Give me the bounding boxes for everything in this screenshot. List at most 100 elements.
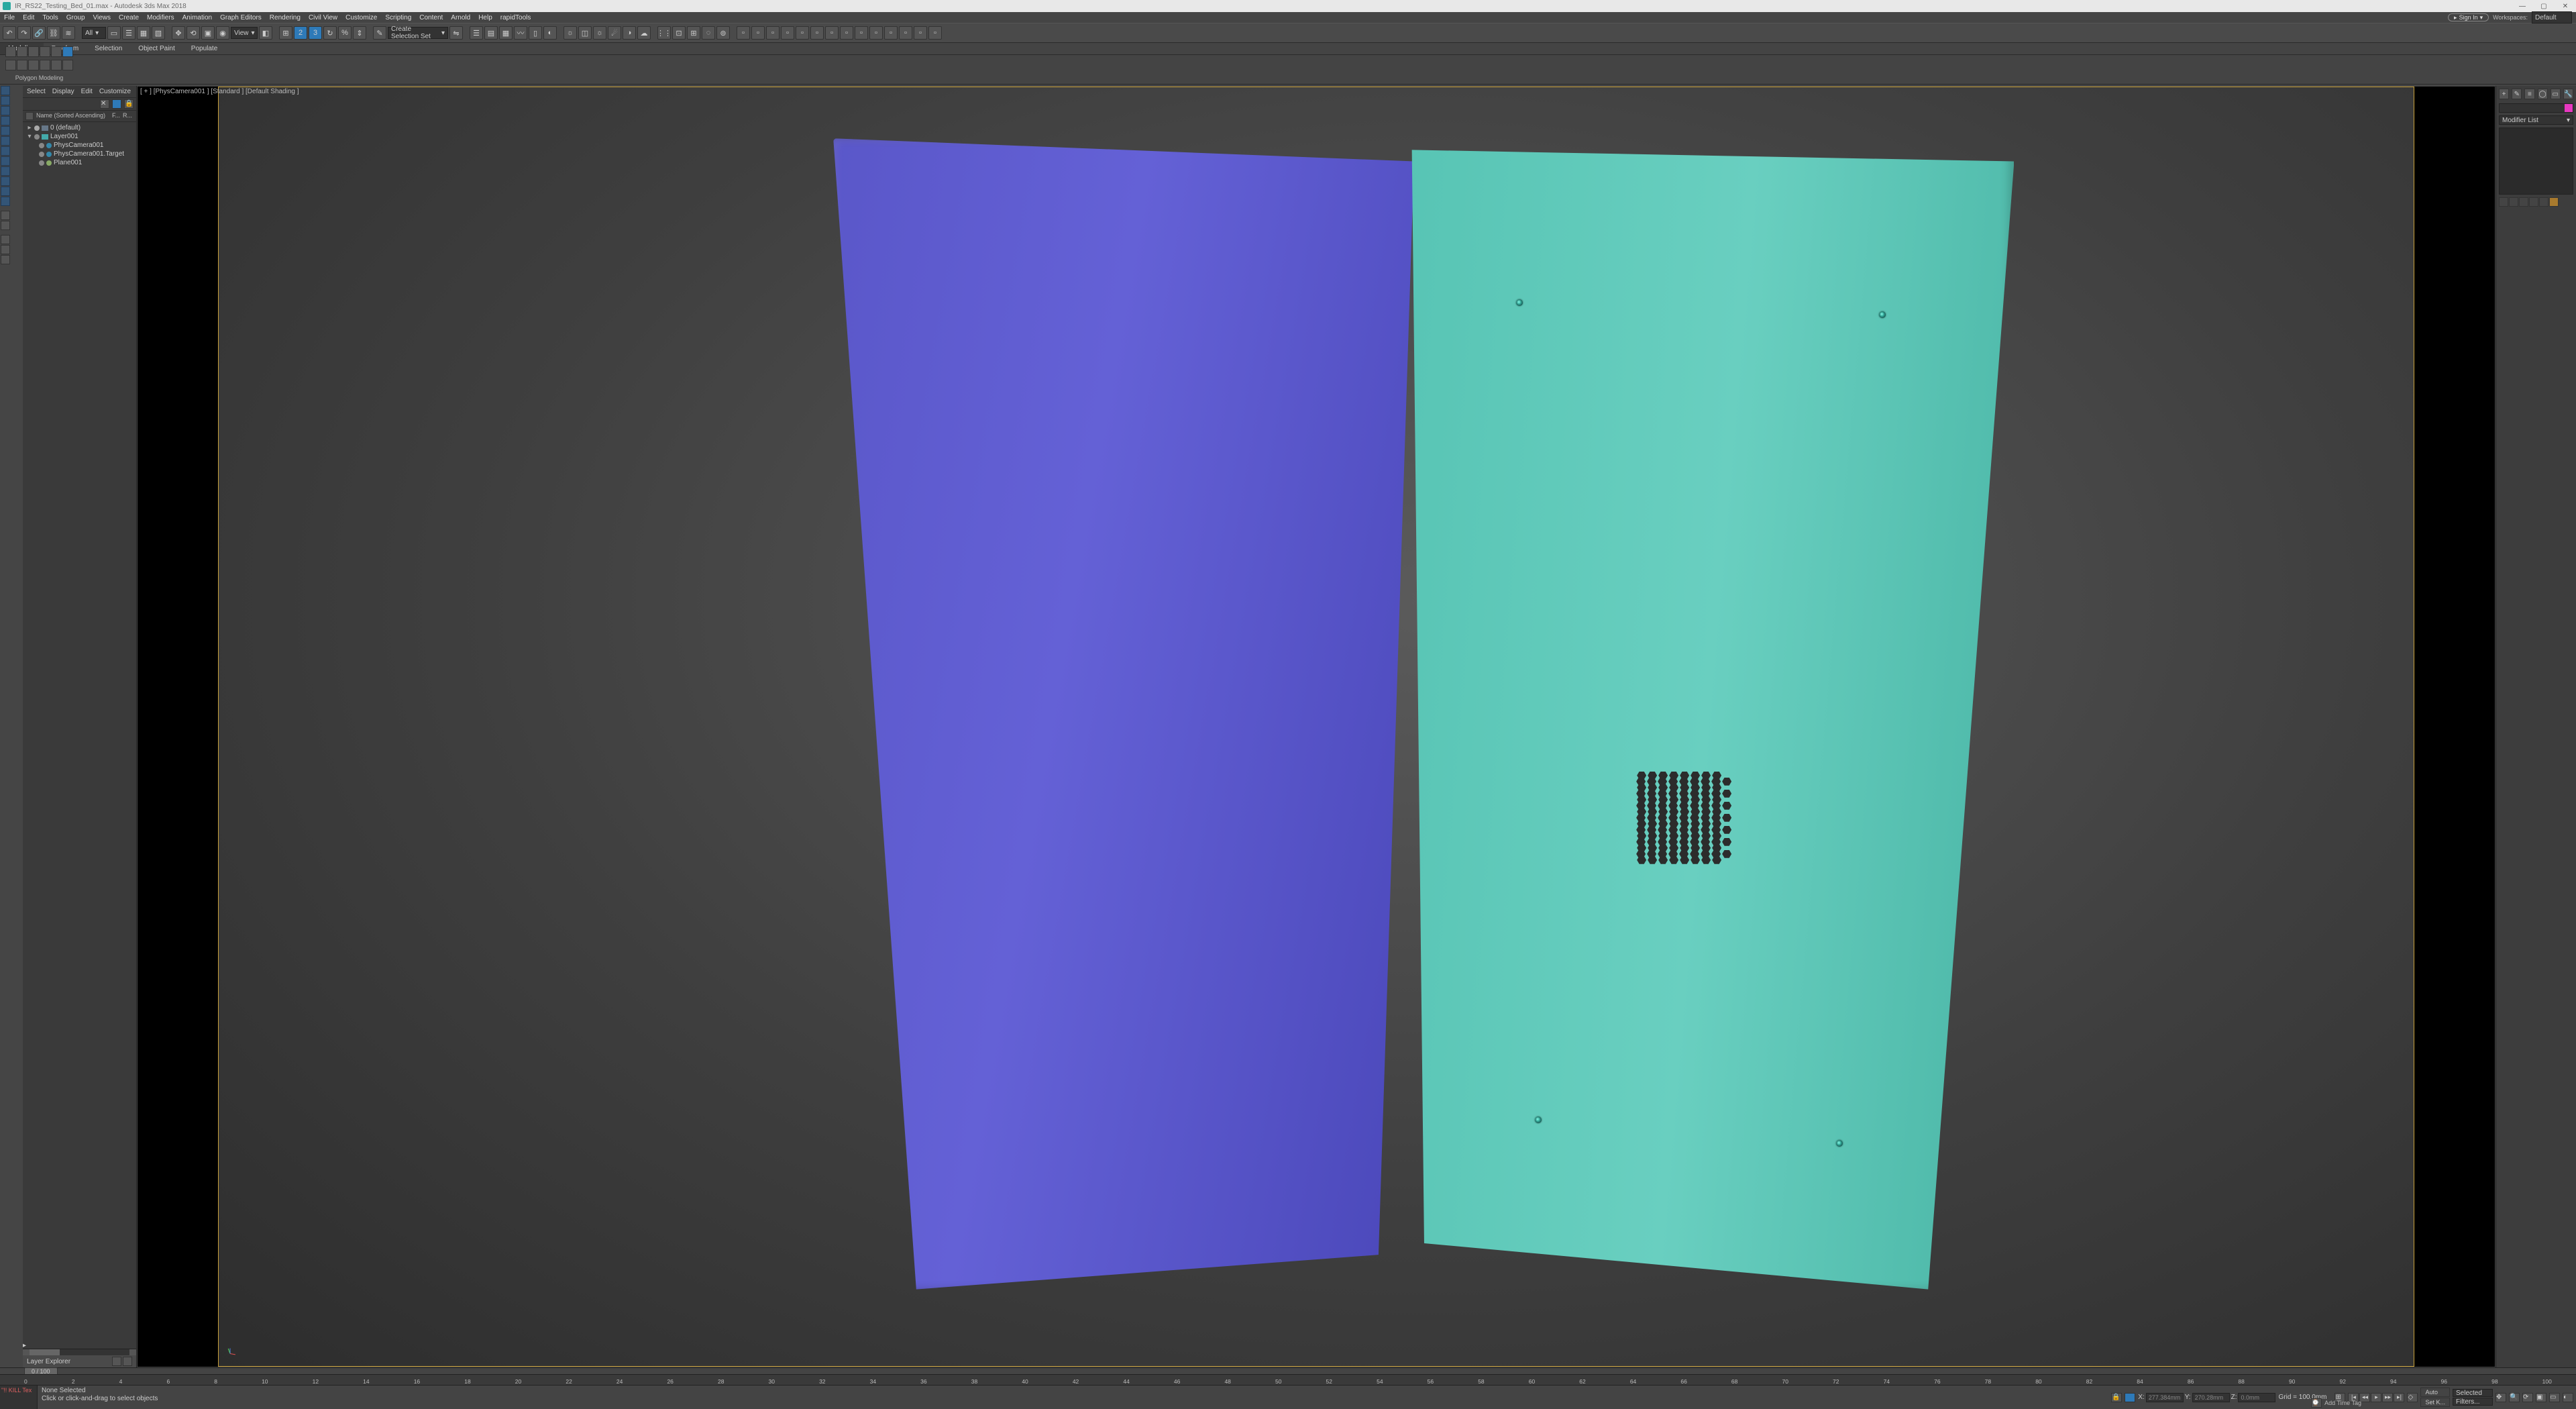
menu-rapidtools[interactable]: rapidTools (500, 14, 531, 21)
menu-modifiers[interactable]: Modifiers (147, 14, 174, 21)
key-filters-button[interactable]: Filters... (2453, 1398, 2493, 1406)
menu-tools[interactable]: Tools (42, 14, 58, 21)
tree-row-plane001[interactable]: Plane001 (24, 158, 135, 167)
modifier-stack[interactable] (2499, 127, 2573, 195)
render-activeshade-button[interactable]: ◑ (623, 26, 636, 40)
tool-icon-3[interactable]: ▫ (766, 26, 780, 40)
toolstrip-btn-2[interactable] (1, 96, 10, 105)
menu-scripting[interactable]: Scripting (385, 14, 411, 21)
ribbon-mini-11[interactable] (51, 60, 62, 70)
object-panel-teal[interactable] (1399, 138, 2014, 1289)
percent-snap-button[interactable]: % (338, 26, 352, 40)
menu-group[interactable]: Group (66, 14, 85, 21)
undo-button[interactable]: ↶ (3, 26, 16, 40)
menu-graph-editors[interactable]: Graph Editors (220, 14, 262, 21)
selection-filter-dropdown[interactable]: All ▾ (82, 27, 106, 39)
layers-toggle-button[interactable]: ▤ (484, 26, 498, 40)
menu-edit[interactable]: Edit (23, 14, 34, 21)
ribbon-mini-5[interactable] (51, 46, 62, 57)
play-button[interactable]: ▸ (2371, 1393, 2381, 1402)
menu-help[interactable]: Help (478, 14, 492, 21)
toolstrip-btn-4[interactable] (1, 116, 10, 125)
tool-icon-1[interactable]: ▫ (737, 26, 750, 40)
ribbon-mini-3[interactable] (28, 46, 39, 57)
redo-button[interactable]: ↷ (17, 26, 31, 40)
render-setup-button[interactable]: ☼ (564, 26, 577, 40)
ribbon-mini-4[interactable] (40, 46, 50, 57)
bind-spacewarp-button[interactable]: ≋ (62, 26, 75, 40)
layer-explorer-button[interactable]: ▦ (499, 26, 513, 40)
goto-end-button[interactable]: ▸| (2394, 1393, 2404, 1402)
visibility-icon[interactable] (39, 143, 44, 148)
explorer-menu-display[interactable]: Display (52, 88, 74, 95)
window-crossing-button[interactable]: ▧ (152, 26, 165, 40)
toolstrip-btn-14[interactable] (1, 221, 10, 230)
ribbon-mini-2[interactable] (17, 46, 28, 57)
toolstrip-btn-16[interactable] (1, 245, 10, 254)
nav-pan-button[interactable]: ✥ (2496, 1393, 2506, 1402)
ribbon-tab-selection[interactable]: Selection (87, 43, 130, 54)
window-maximize-button[interactable]: ▢ (2536, 1, 2552, 11)
mirror-button[interactable]: ⇋ (449, 26, 463, 40)
toolstrip-btn-11[interactable] (1, 187, 10, 196)
toolstrip-btn-3[interactable] (1, 106, 10, 115)
key-filter-selected[interactable]: Selected (2453, 1389, 2493, 1397)
next-frame-button[interactable]: ▸▸ (2382, 1393, 2393, 1402)
link-button[interactable]: 🔗 (32, 26, 46, 40)
toolstrip-btn-13[interactable] (1, 211, 10, 220)
select-rotate-button[interactable]: ⟲ (186, 26, 200, 40)
toolstrip-expand-button[interactable]: ▸ (23, 1342, 136, 1349)
explorer-menu-customize[interactable]: Customize (99, 88, 131, 95)
tree-row-default[interactable]: ▸0 (default) (24, 123, 135, 132)
snap-extra1-button[interactable]: ◌ (702, 26, 715, 40)
menu-file[interactable]: File (4, 14, 15, 21)
explorer-column-render[interactable]: R... (123, 112, 133, 120)
render-online-button[interactable]: ☁ (637, 26, 651, 40)
nav-maximize-button[interactable]: ▣ (2536, 1393, 2546, 1402)
cmd-tab-modify[interactable]: ✎ (2512, 89, 2522, 99)
cmd-tab-hierarchy[interactable]: ≡ (2524, 89, 2534, 99)
menu-rendering[interactable]: Rendering (270, 14, 301, 21)
select-object-button[interactable]: ▭ (107, 26, 121, 40)
explorer-lock-button[interactable]: 🔒 (124, 99, 133, 109)
viewport-canvas[interactable] (218, 87, 2414, 1367)
menu-civil-view[interactable]: Civil View (309, 14, 337, 21)
visibility-icon[interactable] (34, 134, 40, 140)
ribbon-panel-label[interactable]: Polygon Modeling (11, 73, 68, 83)
ref-coord-dropdown[interactable]: View ▾ (231, 27, 258, 39)
tool-icon-10[interactable]: ▫ (869, 26, 883, 40)
ribbon-mini-8[interactable] (17, 60, 28, 70)
render-frame-button[interactable]: ◫ (578, 26, 592, 40)
toolstrip-btn-8[interactable] (1, 156, 10, 166)
window-close-button[interactable]: ✕ (2557, 1, 2573, 11)
explorer-footer-btn-1[interactable] (112, 1357, 121, 1366)
object-color-swatch[interactable] (2565, 104, 2573, 112)
auto-key-button[interactable]: Auto (2420, 1388, 2450, 1397)
ribbon-mini-10[interactable] (40, 60, 50, 70)
select-place-button[interactable]: ◉ (216, 26, 229, 40)
select-by-name-button[interactable]: ☰ (122, 26, 136, 40)
ribbon-mini-1[interactable] (5, 46, 16, 57)
tree-row-physcamera-target[interactable]: PhysCamera001.Target (24, 150, 135, 158)
tool-icon-12[interactable]: ▫ (899, 26, 912, 40)
time-tag-button[interactable]: ⌚ (2311, 1398, 2322, 1408)
spinner-snap-button[interactable]: ⇕ (353, 26, 366, 40)
unlink-button[interactable]: ⛓ (47, 26, 60, 40)
stack-btn-remove[interactable] (2529, 197, 2538, 207)
material-editor-button[interactable]: ◐ (543, 26, 557, 40)
ribbon-mini-12[interactable] (62, 60, 73, 70)
explorer-scrollbar[interactable] (23, 1349, 136, 1355)
snap-options-button[interactable]: ⊞ (687, 26, 700, 40)
toolstrip-btn-12[interactable] (1, 197, 10, 206)
tool-icon-4[interactable]: ▫ (781, 26, 794, 40)
toolstrip-btn-9[interactable] (1, 166, 10, 176)
snap-working-pivot-button[interactable]: ⋮⋮ (657, 26, 671, 40)
select-region-button[interactable]: ▦ (137, 26, 150, 40)
ribbon-tab-object-paint[interactable]: Object Paint (130, 43, 182, 54)
toolstrip-btn-15[interactable] (1, 235, 10, 244)
set-key-button[interactable]: Set K... (2420, 1398, 2450, 1407)
viewport[interactable]: [ + ] [PhysCamera001 ] [Standard ] [Defa… (138, 87, 2495, 1367)
tree-row-layer001[interactable]: ▾Layer001 (24, 132, 135, 141)
cmd-tab-display[interactable]: ▭ (2551, 89, 2561, 99)
snap-toggle-2d[interactable]: 2 (294, 26, 307, 40)
